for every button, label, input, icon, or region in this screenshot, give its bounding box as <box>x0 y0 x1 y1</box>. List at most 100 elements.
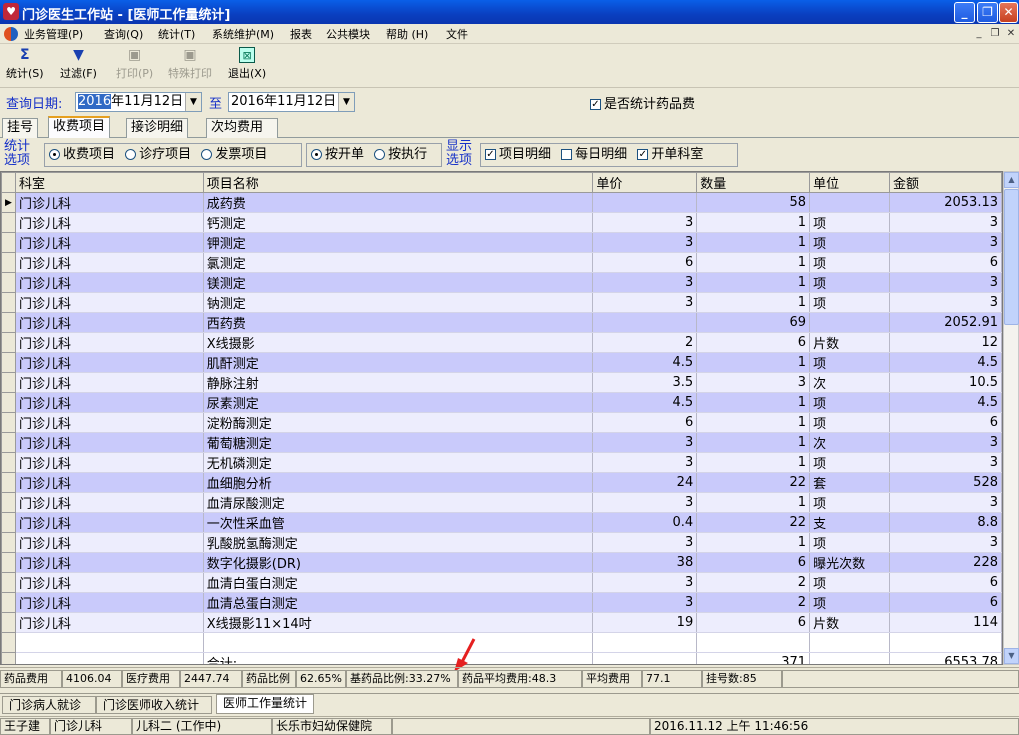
cell-qty[interactable]: 3 <box>696 372 811 393</box>
cell-qty[interactable]: 1 <box>696 252 811 273</box>
mdi-restore-icon[interactable]: ❐ <box>988 27 1002 41</box>
table-row[interactable]: 门诊儿科 血细胞分析 24 22 套 528 <box>1 472 1002 493</box>
cell-dept[interactable]: 门诊儿科 <box>15 592 204 613</box>
cell-price[interactable]: 0.4 <box>592 512 698 533</box>
cell-unit[interactable]: 项 <box>809 412 891 433</box>
cell-unit[interactable]: 片数 <box>809 612 891 633</box>
cell-qty[interactable]: 1 <box>696 232 811 253</box>
cell-item[interactable]: 无机磷测定 <box>203 452 594 473</box>
cell-item[interactable]: 肌酐测定 <box>203 352 594 373</box>
cell-amount[interactable]: 6 <box>889 572 1002 593</box>
cell-dept[interactable]: 门诊儿科 <box>15 232 204 253</box>
column-header-item[interactable]: 项目名称 <box>202 172 594 193</box>
row-indicator[interactable] <box>1 552 16 573</box>
row-indicator[interactable] <box>1 612 16 633</box>
cell-amount[interactable]: 528 <box>889 472 1002 493</box>
cell-price[interactable]: 3 <box>592 272 698 293</box>
cell-amount[interactable]: 2052.91 <box>889 312 1002 333</box>
menu-business[interactable]: 业务管理(P) <box>24 26 83 42</box>
table-row[interactable]: 门诊儿科 葡萄糖测定 3 1 次 3 <box>1 432 1002 453</box>
cell-dept[interactable]: 门诊儿科 <box>15 272 204 293</box>
cell-price[interactable]: 3 <box>592 212 698 233</box>
cell-qty[interactable]: 69 <box>696 312 811 333</box>
cell-dept[interactable]: 门诊儿科 <box>15 392 204 413</box>
cell-dept[interactable]: 门诊儿科 <box>15 332 204 353</box>
cell-unit[interactable]: 片数 <box>809 332 891 353</box>
cell-price[interactable]: 3 <box>592 432 698 453</box>
radio-charge-item[interactable]: 收费项目 <box>49 147 115 162</box>
cell-unit[interactable] <box>809 312 891 333</box>
cell-amount[interactable]: 10.5 <box>889 372 1002 393</box>
cell-amount[interactable]: 6 <box>889 592 1002 613</box>
tab-visit-details[interactable]: 接诊明细 <box>126 118 189 138</box>
cell-unit[interactable]: 项 <box>809 392 891 413</box>
cell-price[interactable]: 3 <box>592 492 698 513</box>
cell-item[interactable]: 葡萄糖测定 <box>203 432 594 453</box>
cell-dept[interactable]: 门诊儿科 <box>15 452 204 473</box>
column-header-amount[interactable]: 金额 <box>889 172 1002 193</box>
cell-qty[interactable]: 1 <box>696 412 811 433</box>
cell-unit[interactable]: 项 <box>809 212 891 233</box>
cell-dept[interactable]: 门诊儿科 <box>15 252 204 273</box>
cell-qty[interactable]: 1 <box>696 432 811 453</box>
title-bar[interactable]: ♥ 门诊医生工作站 - [医师工作量统计] _ ❐ ✕ <box>0 0 1019 24</box>
table-row[interactable]: 门诊儿科 X线摄影11×14吋 19 6 片数 114 <box>1 612 1002 633</box>
cell-dept[interactable]: 门诊儿科 <box>15 552 204 573</box>
column-header-dept[interactable]: 科室 <box>14 172 204 193</box>
cell-amount[interactable]: 4.5 <box>889 392 1002 413</box>
cell-unit[interactable]: 项 <box>809 292 891 313</box>
menu-statistics[interactable]: 统计(T) <box>158 26 195 42</box>
row-indicator[interactable] <box>1 332 16 353</box>
cell-dept[interactable]: 门诊儿科 <box>15 532 204 553</box>
row-indicator[interactable] <box>1 572 16 593</box>
cell-item[interactable]: 钠测定 <box>203 292 594 313</box>
cell-item[interactable]: X线摄影 <box>203 332 594 353</box>
cell-dept[interactable]: 门诊儿科 <box>15 192 204 213</box>
scroll-down-icon[interactable]: ▼ <box>1004 648 1019 664</box>
cell-qty[interactable]: 1 <box>696 212 811 233</box>
cell-item[interactable]: 钙测定 <box>203 212 594 233</box>
cell-qty[interactable]: 6 <box>696 332 811 353</box>
checkbox-ordering-dept[interactable]: ✓ 开单科室 <box>637 147 703 162</box>
cell-price[interactable]: 3.5 <box>592 372 698 393</box>
cell-unit[interactable]: 项 <box>809 592 891 613</box>
cell-price[interactable]: 19 <box>592 612 698 633</box>
cell-price[interactable]: 6 <box>592 412 698 433</box>
cell-dept[interactable]: 门诊儿科 <box>15 212 204 233</box>
filter-button[interactable]: ▼ 过滤(F) <box>60 47 97 81</box>
cell-item[interactable]: 数字化摄影(DR) <box>203 552 594 573</box>
row-indicator[interactable] <box>1 272 16 293</box>
table-row[interactable]: 门诊儿科 无机磷测定 3 1 项 3 <box>1 452 1002 473</box>
table-row[interactable]: 门诊儿科 尿素测定 4.5 1 项 4.5 <box>1 392 1002 413</box>
cell-amount[interactable]: 12 <box>889 332 1002 353</box>
cell-unit[interactable]: 次 <box>809 432 891 453</box>
column-header-qty[interactable]: 数量 <box>696 172 811 193</box>
row-indicator[interactable] <box>1 492 16 513</box>
cell-qty[interactable]: 2 <box>696 592 811 613</box>
current-row-indicator-icon[interactable]: ▶ <box>1 192 16 213</box>
cell-qty[interactable]: 22 <box>696 472 811 493</box>
cell-item[interactable]: 尿素测定 <box>203 392 594 413</box>
cell-price[interactable]: 3 <box>592 292 698 313</box>
cell-dept[interactable]: 门诊儿科 <box>15 352 204 373</box>
cell-dept[interactable]: 门诊儿科 <box>15 432 204 453</box>
cell-price[interactable]: 6 <box>592 252 698 273</box>
checkbox-item-detail[interactable]: ✓ 项目明细 <box>485 147 551 162</box>
cell-unit[interactable]: 项 <box>809 352 891 373</box>
row-indicator[interactable] <box>1 412 16 433</box>
cell-qty[interactable]: 1 <box>696 492 811 513</box>
cell-qty[interactable]: 1 <box>696 292 811 313</box>
start-date-picker[interactable]: 2016年11月12日 ▼ <box>75 92 202 112</box>
radio-by-execution[interactable]: 按执行 <box>374 147 427 162</box>
row-indicator[interactable] <box>1 352 16 373</box>
cell-price[interactable] <box>592 192 698 213</box>
row-indicator[interactable] <box>1 232 16 253</box>
row-indicator[interactable] <box>1 452 16 473</box>
cell-price[interactable] <box>592 312 698 333</box>
minimize-button[interactable]: _ <box>954 2 975 23</box>
table-row[interactable]: ▶ 门诊儿科 成药费 58 2053.13 <box>1 192 1002 213</box>
cell-item[interactable]: 血清总蛋白测定 <box>203 592 594 613</box>
cell-unit[interactable]: 项 <box>809 572 891 593</box>
cell-price[interactable]: 2 <box>592 332 698 353</box>
cell-unit[interactable]: 项 <box>809 232 891 253</box>
